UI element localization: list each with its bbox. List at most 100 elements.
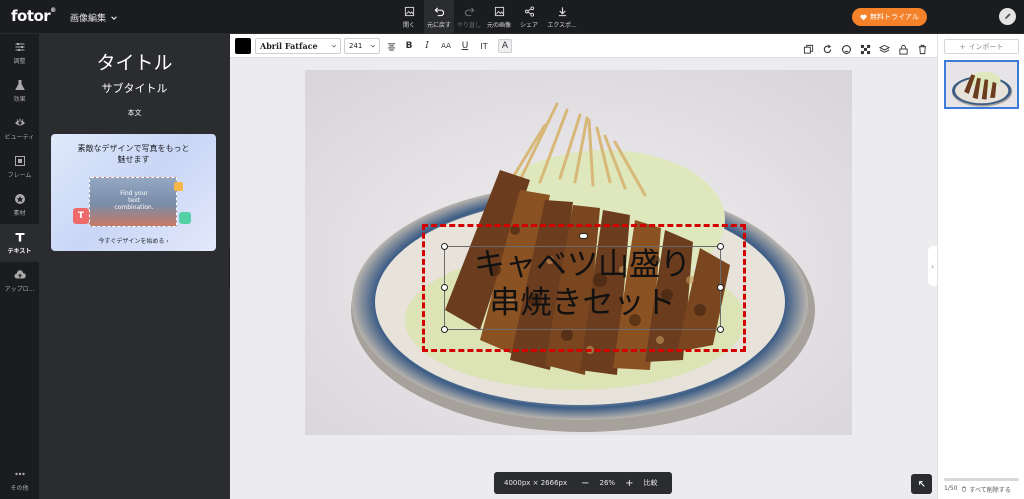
export-button[interactable]: エクスポ... bbox=[544, 0, 580, 34]
photo-canvas[interactable]: キャベツ山盛り 串焼きセット bbox=[305, 70, 852, 435]
start-design-label: 今すぐデザインを始める bbox=[98, 238, 165, 245]
cloud-upload-icon bbox=[14, 270, 26, 279]
original-image-button[interactable]: 元の画像 bbox=[484, 0, 514, 34]
main-toolbar: 開く 元に戻す やり直し 元の画像 シェア エクスポ... bbox=[394, 0, 580, 34]
tool-rail: 調整 効果 ビューティ フレーム 素材 テキスト アップロ... その他 bbox=[0, 34, 39, 499]
text-effect-button[interactable]: A bbox=[498, 39, 512, 53]
undo-button[interactable]: 元に戻す bbox=[424, 0, 454, 34]
resize-handle-bottom-right[interactable] bbox=[717, 326, 724, 333]
text-color-swatch[interactable] bbox=[235, 38, 251, 54]
chevron-down-icon bbox=[111, 15, 117, 20]
import-button[interactable]: + インポート bbox=[944, 39, 1019, 54]
collapse-right-panel-handle[interactable]: › bbox=[928, 246, 937, 286]
rail-item-elements[interactable]: 素材 bbox=[0, 186, 39, 224]
redo-button[interactable]: やり直し bbox=[454, 0, 484, 34]
page-count: 1/50 bbox=[944, 485, 958, 492]
zoom-in-button[interactable]: + bbox=[625, 478, 633, 489]
shadow-button[interactable] bbox=[841, 40, 853, 54]
flask-icon bbox=[14, 80, 25, 90]
rail-item-frame[interactable]: フレーム bbox=[0, 148, 39, 186]
mode-selector[interactable]: 画像編集 bbox=[70, 11, 118, 24]
add-title-button[interactable]: タイトル bbox=[39, 48, 230, 75]
logo-mark: ® bbox=[50, 7, 56, 14]
rail-label-more: その他 bbox=[10, 485, 29, 492]
collapse-canvas-button[interactable] bbox=[911, 474, 932, 494]
rotate-handle[interactable] bbox=[579, 233, 588, 239]
text-transform-button[interactable]: AA bbox=[439, 39, 453, 53]
duplicate-button[interactable] bbox=[803, 40, 815, 54]
redo-icon bbox=[464, 6, 474, 16]
import-label: インポート bbox=[968, 42, 1004, 51]
transparency-button[interactable] bbox=[860, 40, 872, 55]
italic-button[interactable]: I bbox=[420, 39, 434, 53]
zoom-out-button[interactable]: − bbox=[581, 478, 589, 489]
delete-button[interactable] bbox=[917, 40, 929, 55]
right-panel-footer: 1/50 すべて削除する bbox=[944, 485, 1011, 494]
font-size-select[interactable]: 241 bbox=[344, 38, 380, 54]
chevron-down-icon bbox=[370, 44, 376, 48]
image-open-icon bbox=[404, 6, 414, 16]
rotate-button[interactable] bbox=[822, 40, 834, 54]
rail-item-text[interactable]: テキスト bbox=[0, 224, 39, 262]
rail-label-elements: 素材 bbox=[13, 210, 26, 217]
free-trial-button[interactable]: 無料トライアル bbox=[852, 8, 927, 26]
right-panel: + インポート 1/50 すべて削除する bbox=[937, 34, 1024, 499]
lock-button[interactable] bbox=[898, 40, 910, 55]
compare-button[interactable]: 比較 bbox=[643, 478, 657, 488]
fotor-logo[interactable]: fotor® bbox=[11, 7, 56, 25]
page-progress-bar bbox=[944, 478, 1019, 481]
top-bar: fotor® 画像編集 開く 元に戻す やり直し 元の画像 シェア エクスポ..… bbox=[0, 0, 1024, 34]
rail-item-upload[interactable]: アップロ... bbox=[0, 262, 39, 300]
zoom-bar: 4000px × 2666px − 26% + 比較 bbox=[494, 472, 672, 494]
heart-icon bbox=[860, 14, 867, 20]
design-promo-card[interactable]: 素敵なデザインで写真をもっと 魅せます Find your text combi… bbox=[51, 134, 216, 251]
free-trial-label: 無料トライアル bbox=[870, 13, 919, 21]
spacing-button[interactable]: IT bbox=[477, 39, 491, 53]
chevron-right-icon: › bbox=[166, 238, 169, 245]
delete-all-button[interactable]: すべて削除する bbox=[961, 485, 1011, 494]
bold-button[interactable]: B bbox=[402, 39, 416, 53]
original-label: 元の画像 bbox=[486, 21, 511, 29]
rail-label-beauty: ビューティ bbox=[4, 134, 35, 141]
chevron-right-icon: › bbox=[930, 261, 935, 271]
rail-label-upload: アップロ... bbox=[4, 286, 35, 293]
fotor-editor: fotor® 画像編集 開く 元に戻す やり直し 元の画像 シェア エクスポ..… bbox=[0, 0, 1024, 499]
promo-green-tile-icon bbox=[179, 212, 191, 224]
canvas-text-layer[interactable]: キャベツ山盛り 串焼きセット bbox=[444, 246, 721, 322]
align-button[interactable] bbox=[384, 39, 398, 53]
canvas-text-line-1: キャベツ山盛り bbox=[474, 247, 691, 283]
start-design-link[interactable]: 今すぐデザインを始める › bbox=[51, 236, 216, 245]
resize-handle-bottom-left[interactable] bbox=[441, 326, 448, 333]
undo-icon bbox=[434, 6, 444, 16]
undo-label: 元に戻す bbox=[426, 21, 451, 29]
share-button[interactable]: シェア bbox=[514, 0, 544, 34]
font-family-select[interactable]: Abril Fatface bbox=[255, 38, 341, 54]
zoom-percent[interactable]: 26% bbox=[600, 479, 616, 487]
layers-button[interactable] bbox=[878, 40, 891, 53]
droplet-icon bbox=[842, 45, 851, 54]
share-icon bbox=[524, 5, 534, 17]
rail-label-text: テキスト bbox=[7, 248, 32, 255]
checkerboard-icon bbox=[860, 44, 871, 55]
add-subtitle-button[interactable]: サブタイトル bbox=[39, 80, 230, 96]
underline-button[interactable]: U bbox=[458, 39, 472, 53]
image-thumbnail[interactable] bbox=[944, 60, 1019, 109]
export-label: エクスポ... bbox=[547, 21, 577, 29]
user-avatar[interactable] bbox=[999, 8, 1016, 25]
more-dots-icon bbox=[14, 472, 25, 476]
open-button[interactable]: 開く bbox=[394, 0, 424, 34]
logo-text: fotor bbox=[11, 7, 51, 25]
trash-icon bbox=[962, 486, 967, 492]
rail-item-adjust[interactable]: 調整 bbox=[0, 34, 39, 72]
arrow-up-left-icon bbox=[918, 481, 925, 487]
add-body-text-button[interactable]: 本文 bbox=[39, 108, 230, 118]
rail-item-effects[interactable]: 効果 bbox=[0, 72, 39, 110]
chevron-down-icon bbox=[331, 44, 337, 48]
promo-line-1: 素敵なデザインで写真をもっと bbox=[77, 144, 190, 153]
text-toolbar: Abril Fatface 241 B I AA U IT A bbox=[230, 34, 937, 58]
rail-item-beauty[interactable]: ビューティ bbox=[0, 110, 39, 148]
lock-icon bbox=[899, 44, 908, 55]
rail-item-more[interactable]: その他 bbox=[0, 461, 39, 499]
rotate-icon bbox=[823, 44, 832, 54]
elements-icon bbox=[14, 194, 25, 204]
